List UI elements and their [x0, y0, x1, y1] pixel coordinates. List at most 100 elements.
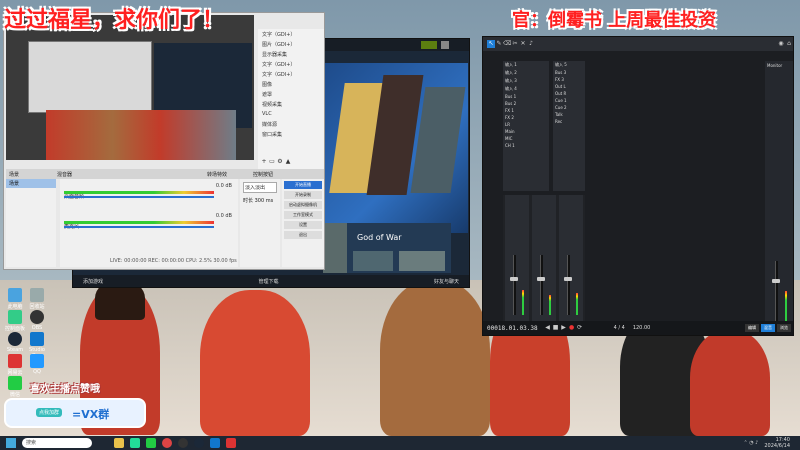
taskbar-explorer-icon[interactable]	[114, 438, 124, 448]
duration-value[interactable]: 300 ms	[255, 198, 274, 204]
daw-track-label[interactable]: Out R	[553, 90, 585, 97]
daw-time-display[interactable]: 00018.01.03.38	[487, 325, 538, 332]
pencil-tool-icon[interactable]: ✎	[495, 40, 503, 48]
loop-icon[interactable]: ⟳	[576, 324, 584, 332]
taskbar-edge-icon[interactable]	[130, 438, 140, 448]
daw-track-label[interactable]: Talk	[553, 111, 585, 118]
obs-source-item[interactable]: 文字（GDI+）	[258, 59, 324, 69]
desktop-icon-wechat[interactable]: 微信	[2, 376, 28, 398]
mixer-volume-slider[interactable]	[64, 226, 214, 228]
obs-source-item[interactable]: 文字（GDI+）	[258, 29, 324, 39]
steam-add-game[interactable]: 添加游戏	[83, 278, 103, 285]
daw-track-label[interactable]: 输入 4	[503, 85, 549, 93]
mixer-volume-slider[interactable]	[64, 196, 214, 198]
obs-source-item[interactable]: VLC	[258, 109, 324, 119]
taskbar-search[interactable]: 搜索	[22, 438, 92, 448]
obs-source-item[interactable]: 视频采集	[258, 99, 324, 109]
daw-edit-button[interactable]: 编辑	[745, 324, 759, 332]
obs-source-item[interactable]: 窗口采集	[258, 129, 324, 139]
daw-tempo[interactable]: 120.00	[633, 325, 651, 331]
stop-icon[interactable]: ■	[552, 324, 560, 332]
promo-bubble-chip[interactable]: 点我加群	[36, 408, 63, 417]
taskbar-steam-icon[interactable]	[194, 438, 204, 448]
settings-source-icon[interactable]: ⚙	[276, 158, 284, 166]
taskbar-wechat-icon[interactable]	[146, 438, 156, 448]
daw-track-label[interactable]: 输入 1	[503, 61, 549, 69]
start-button[interactable]	[6, 438, 16, 448]
daw-window: ↖ ✎ ⌫ ✂ ✕ ♪ ◉ ⌂ 输入 1 输入 2 输入 3 输入 4 Bus …	[482, 36, 794, 336]
obs-window: 文字（GDI+） 图片（GDI+） 显示器采集 文字（GDI+） 文字（GDI+…	[3, 12, 325, 270]
exit-button[interactable]: 退出	[284, 231, 322, 239]
channel-fader-knob[interactable]	[564, 277, 572, 281]
taskbar: 搜索 ⌃ ◔ ♪ 17:40 2024/6/14	[0, 436, 800, 450]
start-streaming-button[interactable]: 开始直播	[284, 181, 322, 189]
taskbar-studio-one-icon[interactable]	[210, 438, 220, 448]
arrow-tool-icon[interactable]: ↖	[487, 40, 495, 48]
desktop-icon-recycle-bin[interactable]: 回收站	[24, 288, 50, 310]
scissors-tool-icon[interactable]: ✂	[511, 40, 519, 48]
daw-monitor-fader-knob[interactable]	[772, 279, 780, 283]
obs-source-item[interactable]: 图片（GDI+）	[258, 39, 324, 49]
desktop-icon-qq[interactable]: QQ	[24, 354, 50, 375]
daw-track-label[interactable]: Rec	[553, 118, 585, 125]
daw-track-label[interactable]: 输入 5	[553, 61, 585, 69]
user-icon[interactable]: ◉	[777, 40, 785, 48]
listen-tool-icon[interactable]: ♪	[527, 40, 535, 48]
taskbar-chrome-icon[interactable]	[162, 438, 172, 448]
tray-icons[interactable]: ⌃ ◔ ♪	[743, 440, 758, 446]
obs-preview[interactable]	[6, 15, 254, 160]
steam-user-avatar[interactable]	[441, 41, 449, 49]
move-up-icon[interactable]: ▲	[284, 158, 292, 166]
rewind-icon[interactable]: ◀	[544, 324, 552, 332]
obs-source-item[interactable]: 显示器采集	[258, 49, 324, 59]
daw-track-label[interactable]: FX 2	[503, 114, 549, 121]
steam-friends-chat[interactable]: 好友与聊天	[434, 278, 459, 285]
daw-track-label[interactable]: Bus 3	[553, 69, 585, 76]
mute-tool-icon[interactable]: ✕	[519, 40, 527, 48]
daw-track-label[interactable]: Cue 2	[553, 104, 585, 111]
daw-track-label[interactable]: Bus 2	[503, 100, 549, 107]
virtual-camera-button[interactable]: 启动虚拟摄像机	[284, 201, 322, 209]
daw-track-label[interactable]: 输入 2	[503, 69, 549, 77]
transition-select[interactable]: 淡入淡出	[243, 182, 277, 193]
daw-track-label[interactable]: FX 1	[503, 107, 549, 114]
daw-time-signature[interactable]: 4 / 4	[614, 325, 625, 331]
settings-button[interactable]: 设置	[284, 221, 322, 229]
steam-featured-row[interactable]: God of War	[323, 223, 451, 273]
daw-browse-button[interactable]: 浏览	[777, 324, 791, 332]
remove-source-icon[interactable]: ▭	[268, 158, 276, 166]
daw-track-label[interactable]: Main	[503, 128, 549, 135]
steam-notify-button[interactable]	[421, 41, 437, 49]
daw-track-label[interactable]: Out L	[553, 83, 585, 90]
daw-track-label[interactable]: FX 3	[553, 76, 585, 83]
obs-mixer-dock: 桌面音频 0.0 dB 麦克风 0.0 dB	[60, 179, 238, 267]
daw-track-label[interactable]: MIC	[503, 135, 549, 142]
daw-track-label[interactable]: CH 1	[503, 142, 549, 149]
add-source-icon[interactable]: +	[260, 158, 268, 166]
channel-fader-knob[interactable]	[537, 277, 545, 281]
channel-fader-knob[interactable]	[510, 277, 518, 281]
daw-mix-button[interactable]: 混音	[761, 324, 775, 332]
channel-meter	[576, 293, 578, 315]
desktop-icon-obs[interactable]: OBS	[24, 310, 50, 331]
steam-downloads[interactable]: 管理下载	[258, 278, 278, 285]
obs-source-item[interactable]: 遮罩	[258, 89, 324, 99]
daw-track-label[interactable]: LR	[503, 121, 549, 128]
taskbar-netease-icon[interactable]	[226, 438, 236, 448]
obs-source-item[interactable]: 文字（GDI+）	[258, 69, 324, 79]
daw-track-label[interactable]: Bus 1	[503, 93, 549, 100]
taskbar-clock[interactable]: 17:40 2024/6/14	[764, 437, 790, 449]
daw-track-label[interactable]: 输入 3	[503, 77, 549, 85]
mixer-track-db: 0.0 dB	[215, 183, 232, 189]
start-recording-button[interactable]: 开始录制	[284, 191, 322, 199]
eraser-tool-icon[interactable]: ⌫	[503, 40, 511, 48]
obs-scene-item[interactable]: 场景	[6, 179, 56, 188]
home-icon[interactable]: ⌂	[785, 40, 793, 48]
studio-mode-button[interactable]: 工作室模式	[284, 211, 322, 219]
obs-source-item[interactable]: 媒体源	[258, 119, 324, 129]
play-icon[interactable]: ▶	[560, 324, 568, 332]
daw-track-label[interactable]: Cue 1	[553, 97, 585, 104]
record-icon[interactable]: ●	[568, 324, 576, 332]
taskbar-obs-icon[interactable]	[178, 438, 188, 448]
obs-source-item[interactable]: 图像	[258, 79, 324, 89]
